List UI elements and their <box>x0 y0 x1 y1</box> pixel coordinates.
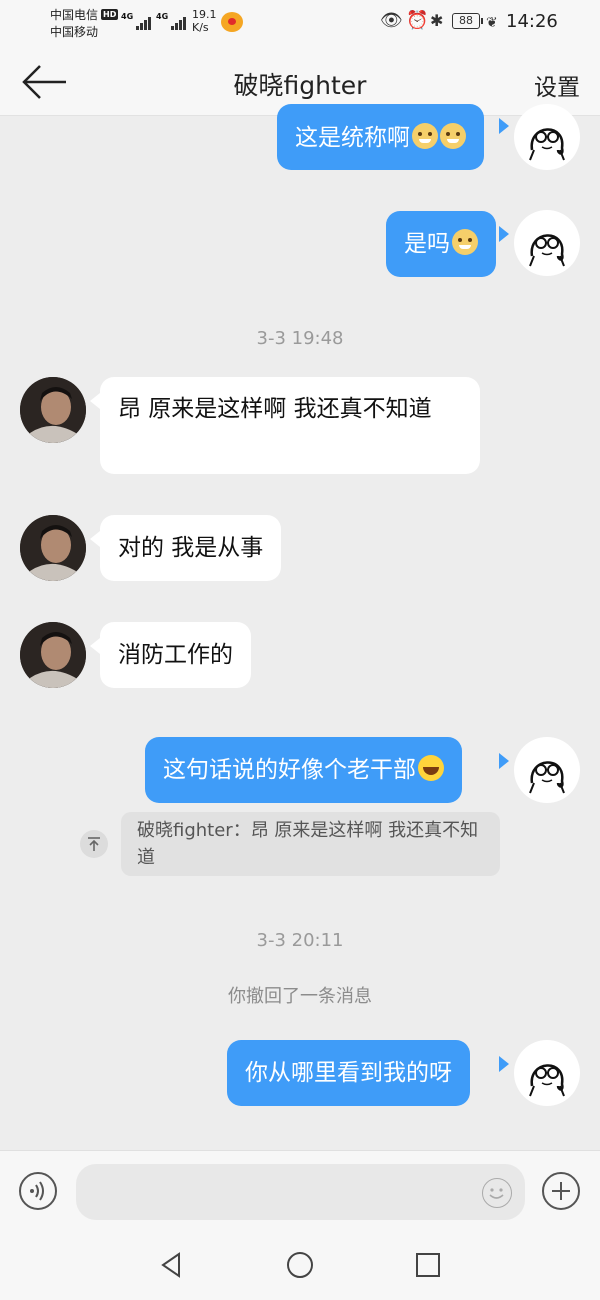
incoming-message[interactable]: 对的 我是从事 <box>100 515 282 581</box>
status-bar: 中国电信 HD 中国移动 4G 4G 19.1 K/s 👁 ⏰ ✱ 88 ❦ 1… <box>0 0 600 48</box>
nav-back-icon[interactable] <box>157 1250 187 1280</box>
carrier-2: 中国移动 <box>50 25 99 39</box>
bubble-tail <box>499 1056 509 1072</box>
settings-button[interactable]: 设置 <box>534 68 580 102</box>
bluetooth-icon: ✱ <box>430 11 444 30</box>
leaf-icon: ❦ <box>486 15 498 31</box>
incoming-message[interactable]: 昂 原来是这样啊 我还真不知道 <box>100 377 480 474</box>
input-bar <box>0 1150 600 1230</box>
self-avatar[interactable] <box>514 737 580 803</box>
clock: 14:26 <box>506 11 558 32</box>
chat-title: 破晓fighter <box>233 71 367 100</box>
battery-icon: 88 <box>452 13 483 29</box>
self-avatar[interactable] <box>514 1040 580 1106</box>
incoming-message[interactable]: 消防工作的 <box>100 622 251 688</box>
outgoing-message[interactable]: 是吗 <box>386 211 496 277</box>
outgoing-message[interactable]: 这是统称啊 <box>277 104 484 170</box>
message-input[interactable] <box>76 1164 525 1220</box>
quoted-message[interactable]: 破晓fighter：昂 原来是这样啊 我还真不知道 <box>121 812 500 876</box>
bubble-tail <box>499 753 509 769</box>
self-avatar[interactable] <box>514 104 580 170</box>
voice-icon[interactable] <box>19 1172 57 1210</box>
timestamp: 3-3 19:48 <box>256 328 344 349</box>
outgoing-message[interactable]: 你从哪里看到我的呀 <box>227 1040 470 1106</box>
network-speed: 19.1 K/s <box>192 8 217 34</box>
bubble-tail <box>499 226 509 242</box>
doge-icon <box>440 123 466 149</box>
doge-icon <box>452 229 478 255</box>
plus-icon[interactable] <box>542 1172 580 1210</box>
contact-avatar[interactable] <box>20 377 86 443</box>
signal-2-icon: 4G <box>156 12 187 30</box>
system-nav-bar <box>0 1230 600 1300</box>
bubble-tail <box>90 531 100 547</box>
self-avatar[interactable] <box>514 210 580 276</box>
recall-notice: 你撤回了一条消息 <box>228 986 372 1007</box>
doge-icon <box>412 123 438 149</box>
laugh-icon <box>418 755 444 781</box>
contact-avatar[interactable] <box>20 515 86 581</box>
bubble-tail <box>90 393 100 409</box>
signal-1-icon: 4G <box>121 12 152 30</box>
timestamp: 3-3 20:11 <box>256 930 344 951</box>
carrier-1: 中国电信 <box>50 8 99 22</box>
outgoing-message[interactable]: 这句话说的好像个老干部 <box>145 737 462 803</box>
alarm-icon: ⏰ <box>406 10 429 31</box>
bubble-tail <box>90 638 100 654</box>
nav-home-icon[interactable] <box>285 1250 315 1280</box>
quote-jump-icon[interactable] <box>80 830 108 858</box>
nav-recents-icon[interactable] <box>413 1250 443 1280</box>
emoji-icon[interactable] <box>482 1178 512 1208</box>
hd-badge: HD <box>101 9 119 20</box>
contact-avatar[interactable] <box>20 622 86 688</box>
weibo-icon <box>221 12 243 32</box>
eye-icon: 👁 <box>380 10 403 31</box>
bubble-tail <box>499 118 509 134</box>
